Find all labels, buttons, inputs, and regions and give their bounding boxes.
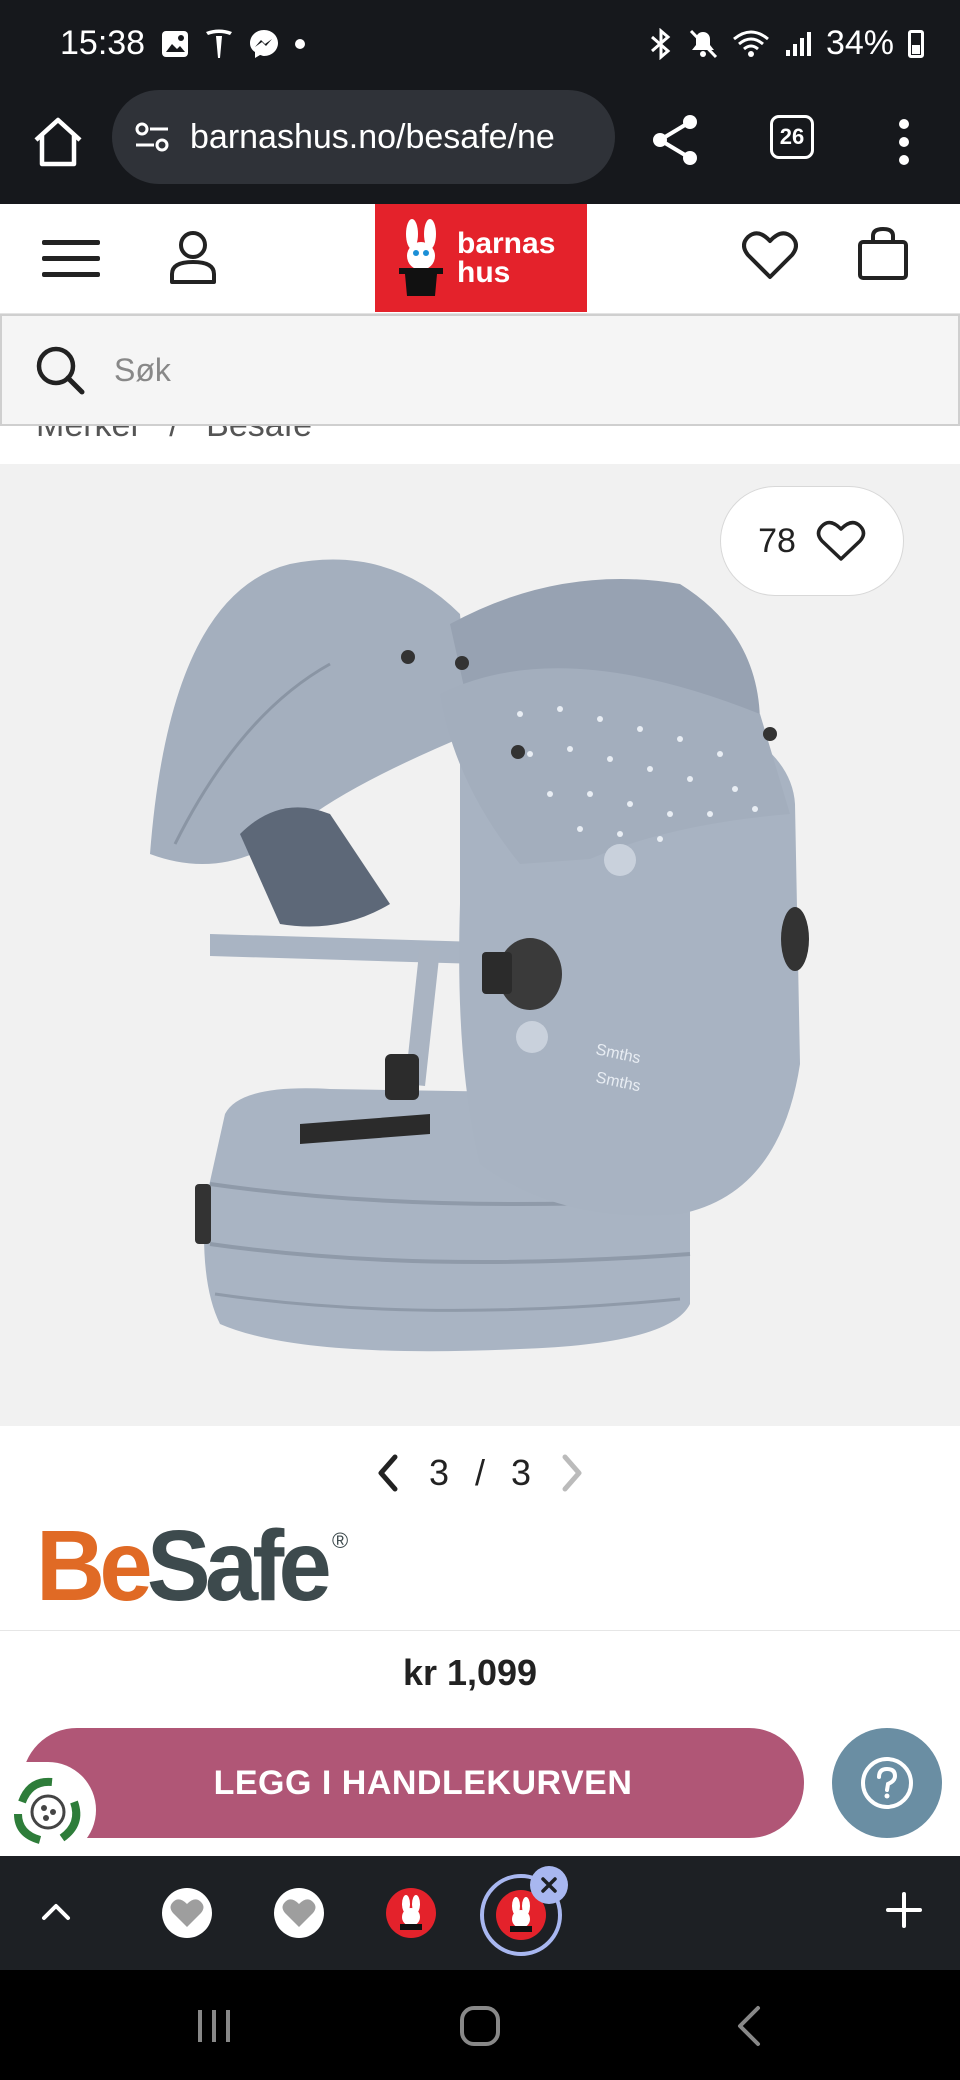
chevron-right-icon[interactable] xyxy=(557,1453,587,1493)
heart-icon xyxy=(816,520,866,561)
mute-icon xyxy=(689,29,718,58)
baby-carrier-image: Smths Smths xyxy=(150,559,809,1352)
browser-toolbar: barnashus.no/besafe/ne 26 xyxy=(0,90,960,204)
tab-thumbnail[interactable] xyxy=(378,1880,444,1946)
rabbit-hat-icon xyxy=(399,219,443,296)
dot-icon xyxy=(295,39,305,49)
search-bar xyxy=(0,314,960,426)
address-bar[interactable]: barnashus.no/besafe/ne xyxy=(112,90,615,184)
home-nav-icon[interactable] xyxy=(458,2004,502,2048)
status-system-icons: 34% xyxy=(648,24,924,63)
shopping-bag-icon[interactable] xyxy=(857,226,909,282)
logo-line2: hus xyxy=(457,256,511,289)
tesla-icon xyxy=(206,29,232,58)
question-icon xyxy=(861,1757,913,1809)
heart-tab-icon xyxy=(282,1899,316,1927)
share-icon[interactable] xyxy=(648,112,704,168)
favorite-count: 78 xyxy=(758,521,796,560)
product-price: kr 1,099 xyxy=(402,1652,538,1693)
barnashus-rabbit-icon xyxy=(510,1897,532,1932)
new-tab-plus-icon[interactable] xyxy=(884,1890,924,1930)
site-settings-icon[interactable] xyxy=(132,117,172,157)
pager-total: 3 xyxy=(511,1452,532,1493)
search-icon[interactable] xyxy=(34,344,86,396)
status-bar: 15:38 34% xyxy=(0,0,960,90)
tab-switcher-button[interactable]: 26 xyxy=(770,115,814,159)
url-text: barnashus.no/besafe/ne xyxy=(190,117,555,156)
logo-line1: barnas xyxy=(457,227,556,260)
back-icon[interactable] xyxy=(734,2004,764,2048)
recycle-icon xyxy=(14,1777,81,1844)
close-icon xyxy=(541,1877,557,1893)
more-menu-icon[interactable] xyxy=(880,112,928,172)
svg-text:BeSafe: BeSafe xyxy=(36,1512,329,1612)
wishlist-heart-icon[interactable] xyxy=(742,229,798,281)
site-header: barnas hus xyxy=(0,204,960,314)
close-tab-button[interactable] xyxy=(530,1866,568,1904)
image-pager: 3 / 3 xyxy=(0,1440,960,1506)
battery-icon xyxy=(908,29,924,58)
chevron-left-icon[interactable] xyxy=(373,1453,403,1493)
add-to-cart-button[interactable]: LEGG I HANDLEKURVEN xyxy=(22,1728,804,1838)
tab-thumbnail[interactable] xyxy=(154,1880,220,1946)
tab-thumbnail[interactable] xyxy=(266,1880,332,1946)
eco-badge[interactable] xyxy=(0,1762,96,1858)
signal-icon xyxy=(785,31,811,56)
product-image-gallery[interactable]: Smths Smths 78 xyxy=(0,464,960,1426)
barnashus-logo[interactable]: barnas hus xyxy=(375,204,587,312)
image-icon xyxy=(162,31,188,57)
status-notification-icons xyxy=(160,28,306,60)
pager-separator: / xyxy=(474,1452,485,1493)
battery-percent: 34% xyxy=(825,24,894,62)
heart-tab-icon xyxy=(170,1899,204,1927)
favorite-count-button[interactable]: 78 xyxy=(720,486,904,596)
browser-tab-strip xyxy=(0,1856,960,1970)
status-time: 15:38 xyxy=(60,24,146,62)
home-icon[interactable] xyxy=(28,112,88,172)
registered-mark: ® xyxy=(332,1528,348,1553)
chevron-up-icon[interactable] xyxy=(36,1892,76,1932)
recent-apps-icon[interactable] xyxy=(192,2006,236,2046)
besafe-brand-logo[interactable]: BeSafe ® xyxy=(36,1512,376,1612)
pager-current: 3 xyxy=(428,1452,449,1493)
hamburger-menu-icon[interactable] xyxy=(40,234,102,284)
barnashus-rabbit-icon xyxy=(400,1895,422,1930)
bluetooth-icon xyxy=(650,27,671,60)
help-button[interactable] xyxy=(832,1728,942,1838)
system-navigation-bar xyxy=(0,1970,960,2080)
user-account-icon[interactable] xyxy=(166,228,220,286)
wifi-icon xyxy=(732,30,769,57)
divider xyxy=(0,1630,960,1631)
messenger-icon xyxy=(250,30,278,58)
search-input[interactable] xyxy=(114,351,914,389)
